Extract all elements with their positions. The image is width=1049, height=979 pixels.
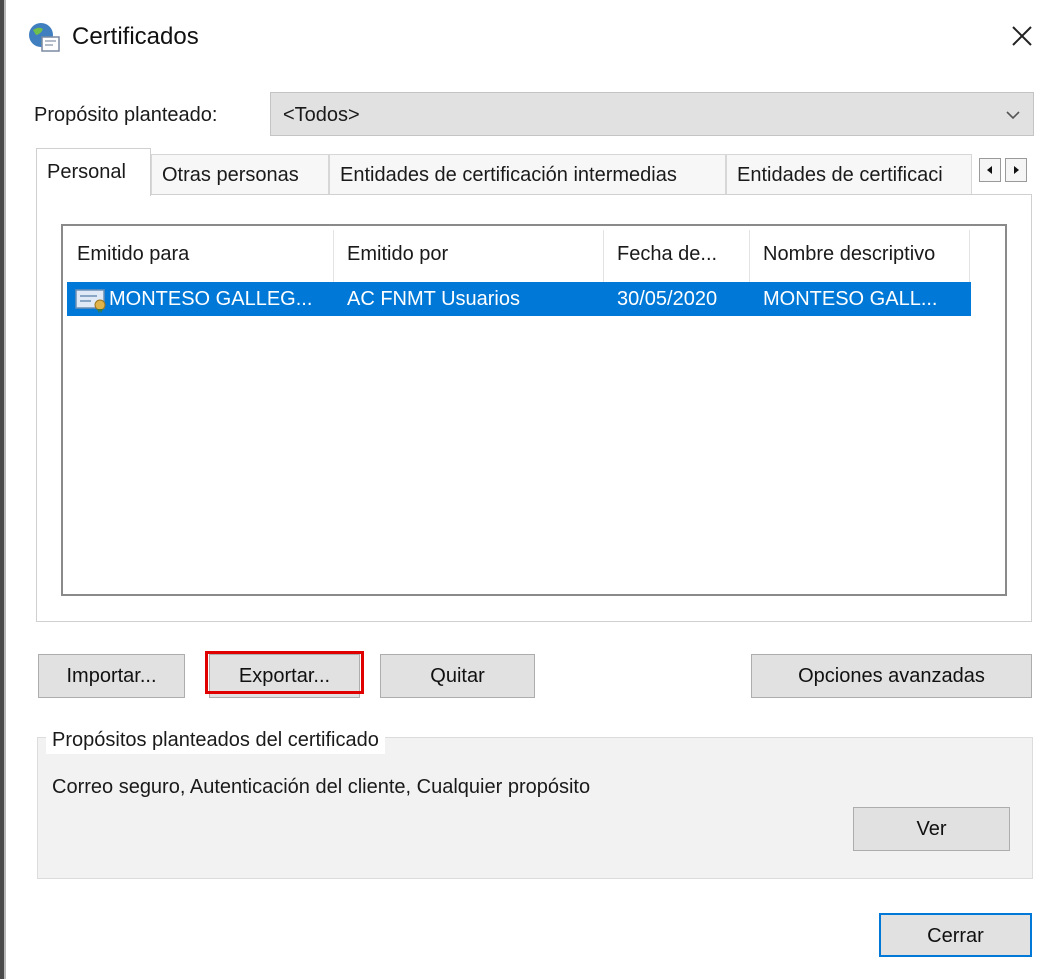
column-separator xyxy=(969,230,970,282)
tab-scroll-right-icon[interactable] xyxy=(1005,158,1027,182)
certificate-globe-icon xyxy=(27,20,61,54)
window-left-edge-shadow xyxy=(4,0,6,979)
column-header-nombre-descriptivo[interactable]: Nombre descriptivo xyxy=(749,226,969,282)
tab-scroll-left-icon[interactable] xyxy=(979,158,1001,182)
certificate-list[interactable]: Emitido para Emitido por Fecha de... Nom… xyxy=(61,224,1007,596)
certificate-purposes-title: Propósitos planteados del certificado xyxy=(46,726,385,754)
purpose-selected-value: <Todos> xyxy=(283,104,360,126)
tab-otras-personas[interactable]: Otras personas xyxy=(151,154,329,194)
cell-fecha: 30/05/2020 xyxy=(617,288,718,310)
close-icon[interactable] xyxy=(1000,16,1044,56)
cell-emitido-por: AC FNMT Usuarios xyxy=(347,288,520,310)
certificate-purposes-text: Correo seguro, Autenticación del cliente… xyxy=(52,776,591,798)
column-header-emitido-por[interactable]: Emitido por xyxy=(333,226,603,282)
tab-personal[interactable]: Personal xyxy=(36,148,151,196)
certificate-icon xyxy=(75,287,109,313)
purpose-label: Propósito planteado: xyxy=(34,104,218,126)
window-title: Certificados xyxy=(72,23,199,50)
import-button[interactable]: Importar... xyxy=(38,654,185,698)
tab-entidades-raiz[interactable]: Entidades de certificaci xyxy=(726,154,972,194)
cell-nombre-descriptivo: MONTESO GALL... xyxy=(763,288,938,310)
tab-entidades-intermedias[interactable]: Entidades de certificación intermedias xyxy=(329,154,726,194)
purpose-dropdown[interactable]: <Todos> xyxy=(270,92,1034,136)
export-button[interactable]: Exportar... xyxy=(209,654,360,698)
cell-emitido-para: MONTESO GALLEG... xyxy=(109,288,313,310)
remove-button[interactable]: Quitar xyxy=(380,654,535,698)
column-header-emitido-para[interactable]: Emitido para xyxy=(63,226,333,282)
chevron-down-icon xyxy=(1003,105,1023,125)
view-button[interactable]: Ver xyxy=(853,807,1010,851)
advanced-options-button[interactable]: Opciones avanzadas xyxy=(751,654,1032,698)
close-button[interactable]: Cerrar xyxy=(879,913,1032,957)
column-header-fecha[interactable]: Fecha de... xyxy=(603,226,749,282)
table-row[interactable]: MONTESO GALLEG... AC FNMT Usuarios 30/05… xyxy=(67,282,971,316)
